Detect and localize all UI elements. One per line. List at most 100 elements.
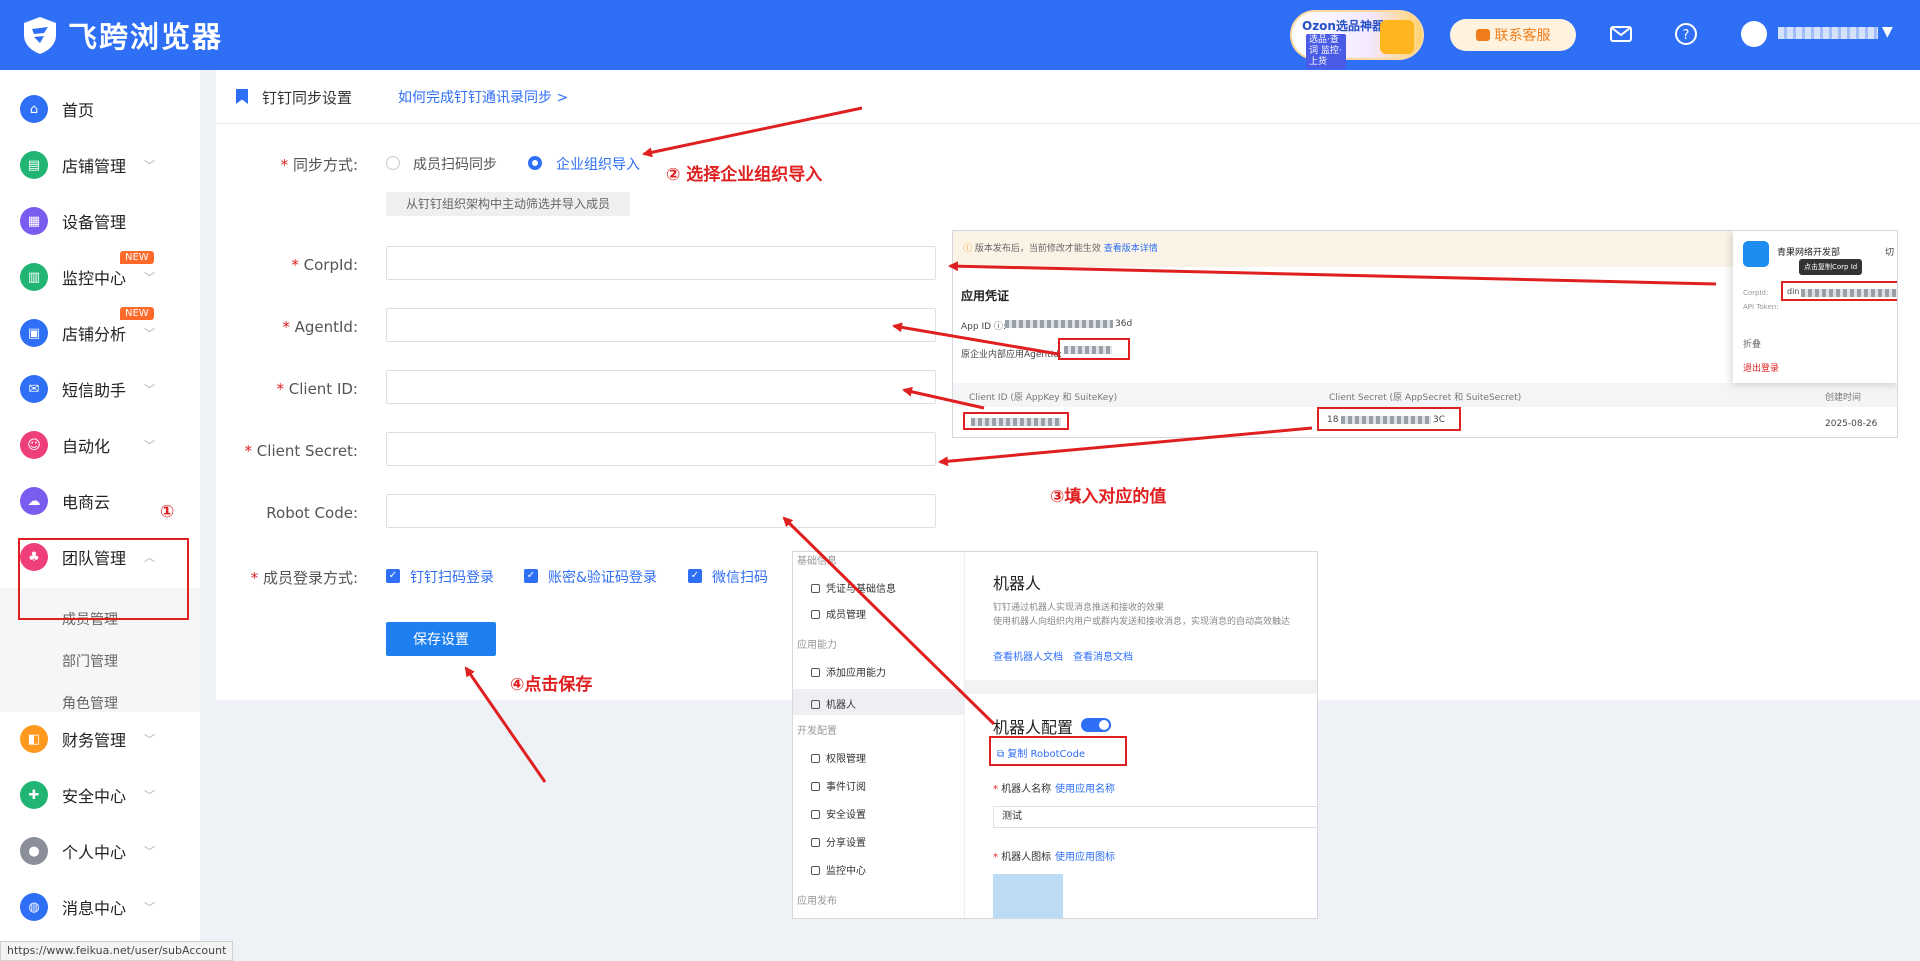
client-id-input[interactable] — [386, 370, 936, 404]
radio-org-import[interactable] — [528, 156, 542, 170]
help-link[interactable]: 如何完成钉钉通讯录同步 > — [398, 87, 568, 107]
menu-item-events: 事件订阅 — [811, 778, 961, 793]
ozon-title: Ozon选品神器 — [1302, 19, 1384, 33]
menu-item-security: 安全设置 — [811, 806, 961, 821]
sidebar-item-bell[interactable]: ◍ 消息中心 ﹀ — [0, 879, 200, 935]
corpid-small-label: CorpId: — [1743, 289, 1769, 297]
ozon-promo-badge[interactable]: Ozon选品神器 选品·查词 监控·上货 — [1290, 10, 1424, 69]
sidebar-sub-roles[interactable]: 角色管理 — [62, 693, 118, 713]
chevron-down-icon: ﹀ — [144, 789, 155, 802]
sidebar-item-home[interactable]: ⌂ 首页 — [0, 81, 200, 137]
client-secret-highlight: 18 3C — [1317, 407, 1461, 431]
app-id-blurred — [1005, 320, 1113, 328]
radio-org-import-label[interactable]: 企业组织导入 — [556, 154, 640, 174]
robot-config-title: 机器人配置 — [993, 718, 1074, 737]
api-token-label: API Token: — [1743, 303, 1779, 311]
sidebar-item-label: 店铺管理 — [62, 157, 127, 176]
robot-icon-label: * 机器人图标 — [993, 852, 1052, 863]
new-badge: NEW — [120, 251, 154, 264]
chevron-down-icon[interactable]: ▼ — [1882, 24, 1893, 40]
sidebar-item-label: 店铺分析 — [62, 325, 127, 344]
wallet-icon: ◧ — [20, 725, 48, 753]
sidebar-item-device[interactable]: ▦ 设备管理 — [0, 193, 200, 249]
help-icon[interactable]: ? — [1673, 22, 1699, 48]
contact-support-button[interactable]: 联系客服 — [1450, 19, 1576, 51]
checkbox-password-code-label[interactable]: 账密&验证码登录 — [548, 567, 657, 587]
sidebar-item-user[interactable]: ● 个人中心 ﹀ — [0, 823, 200, 879]
content-divider — [965, 680, 1317, 694]
card-header: 钉钉同步设置 如何完成钉钉通讯录同步 > — [216, 70, 1920, 124]
sidebar-item-label: 财务管理 — [62, 731, 127, 750]
robot-icon-label-text: 机器人图标 — [1001, 852, 1052, 863]
username-blurred[interactable] — [1778, 27, 1878, 39]
corpid-label-text: CorpId: — [303, 256, 358, 274]
robotcode-highlight: ⧉ 复制 RobotCode — [989, 736, 1127, 766]
sidebar-item-label: 消息中心 — [62, 899, 127, 918]
analysis-icon: ▣ — [20, 319, 48, 347]
save-button[interactable]: 保存设置 — [386, 622, 496, 656]
checkbox-password-code[interactable]: ✓ — [524, 569, 538, 583]
agentid-input[interactable] — [386, 308, 936, 342]
monitor-icon: ▥ — [20, 263, 48, 291]
robot-code-label-text: Robot Code: — [266, 504, 358, 522]
client-id-head: Client ID (原 AppKey 和 SuiteKey) — [969, 393, 1118, 403]
radio-member-scan[interactable] — [386, 156, 400, 170]
checkbox-wechat-scan[interactable]: ✓ — [688, 569, 702, 583]
menu-item-monitor: 监控中心 — [811, 862, 961, 877]
robot-code-input[interactable] — [386, 494, 936, 528]
menu-group-dev: 开发配置 — [797, 726, 837, 737]
sidebar-item-label: 首页 — [62, 101, 95, 120]
release-banner-text: 版本发布后，当前修改才能生效 — [974, 244, 1101, 254]
robot-code-label: Robot Code: — [158, 504, 358, 522]
logout-label: 退出登录 — [1743, 364, 1780, 374]
robot-doc-link: 查看机器人文档 — [993, 652, 1063, 663]
corpid-label: * CorpId: — [291, 256, 358, 274]
robot-name-label-text: 机器人名称 — [1001, 784, 1052, 795]
menu-item-share: 分享设置 — [811, 834, 961, 849]
app-logo[interactable]: 飞跨浏览器 — [22, 14, 223, 56]
corpid-input[interactable] — [386, 246, 936, 280]
share-icon — [811, 838, 820, 847]
annotation-step3: ③填入对应的值 — [1050, 487, 1167, 507]
doc-icon — [811, 584, 820, 593]
chevron-down-icon: ﹀ — [144, 327, 155, 340]
sidebar-item-label: 电商云 — [62, 493, 111, 512]
client-secret-label: * Client Secret: — [244, 442, 358, 460]
svg-text:?: ? — [1683, 28, 1690, 43]
chevron-down-icon: ﹀ — [144, 733, 155, 746]
top-bar: 飞跨浏览器 Ozon选品神器 选品·查词 监控·上货 联系客服 ? ▼ — [0, 0, 1920, 70]
client-secret-head: Client Secret (原 AppSecret 和 SuiteSecret… — [1329, 393, 1522, 403]
menu-item-security-label: 安全设置 — [826, 810, 866, 821]
monitor-icon — [811, 866, 820, 875]
credentials-screenshot: ⓘ 版本发布后，当前修改才能生效 查看版本详情 应用凭证 App ID ⓘ: 3… — [952, 230, 1898, 438]
copy-robotcode-label: ⧉ 复制 RobotCode — [997, 749, 1086, 760]
sync-hint: 从钉钉组织架构中主动筛选并导入成员 — [386, 192, 630, 216]
warning-icon: ⓘ — [963, 244, 975, 254]
sync-method-label: * 同步方式: — [280, 156, 358, 174]
sidebar-sub-departments[interactable]: 部门管理 — [62, 651, 118, 671]
copy-corpid-tooltip: 点击复制Corp Id — [1799, 259, 1863, 275]
radio-member-scan-label[interactable]: 成员扫码同步 — [413, 154, 497, 174]
menu-item-add-ability: 添加应用能力 — [811, 664, 961, 679]
client-secret-input[interactable] — [386, 432, 936, 466]
menu-group-basic: 基础信息 — [797, 556, 837, 567]
sidebar-item-shield[interactable]: ✚ 安全中心 ﹀ — [0, 767, 200, 823]
menu-item-share-label: 分享设置 — [826, 838, 866, 849]
app-id-label: App ID ⓘ: — [961, 322, 1006, 332]
sms-icon: ✉ — [20, 375, 48, 403]
agentid-label-text: AgentId: — [294, 318, 358, 336]
checkbox-dingtalk-scan[interactable]: ✓ — [386, 569, 400, 583]
robot-avatar-image — [993, 874, 1063, 918]
avatar[interactable] — [1741, 21, 1767, 47]
release-banner-link: 查看版本详情 — [1103, 244, 1158, 254]
client-secret-blurred — [1341, 416, 1431, 424]
menu-item-members-label: 成员管理 — [826, 610, 866, 621]
store-icon: ▤ — [20, 151, 48, 179]
checkbox-wechat-scan-label[interactable]: 微信扫码 — [712, 567, 768, 587]
user-icon: ● — [20, 837, 48, 865]
mail-icon[interactable] — [1608, 22, 1634, 48]
sidebar-item-wallet[interactable]: ◧ 财务管理 ﹀ — [0, 711, 200, 767]
app-name: 飞跨浏览器 — [68, 20, 224, 54]
bell-icon: ◍ — [20, 893, 48, 921]
checkbox-dingtalk-scan-label[interactable]: 钉钉扫码登录 — [410, 567, 494, 587]
